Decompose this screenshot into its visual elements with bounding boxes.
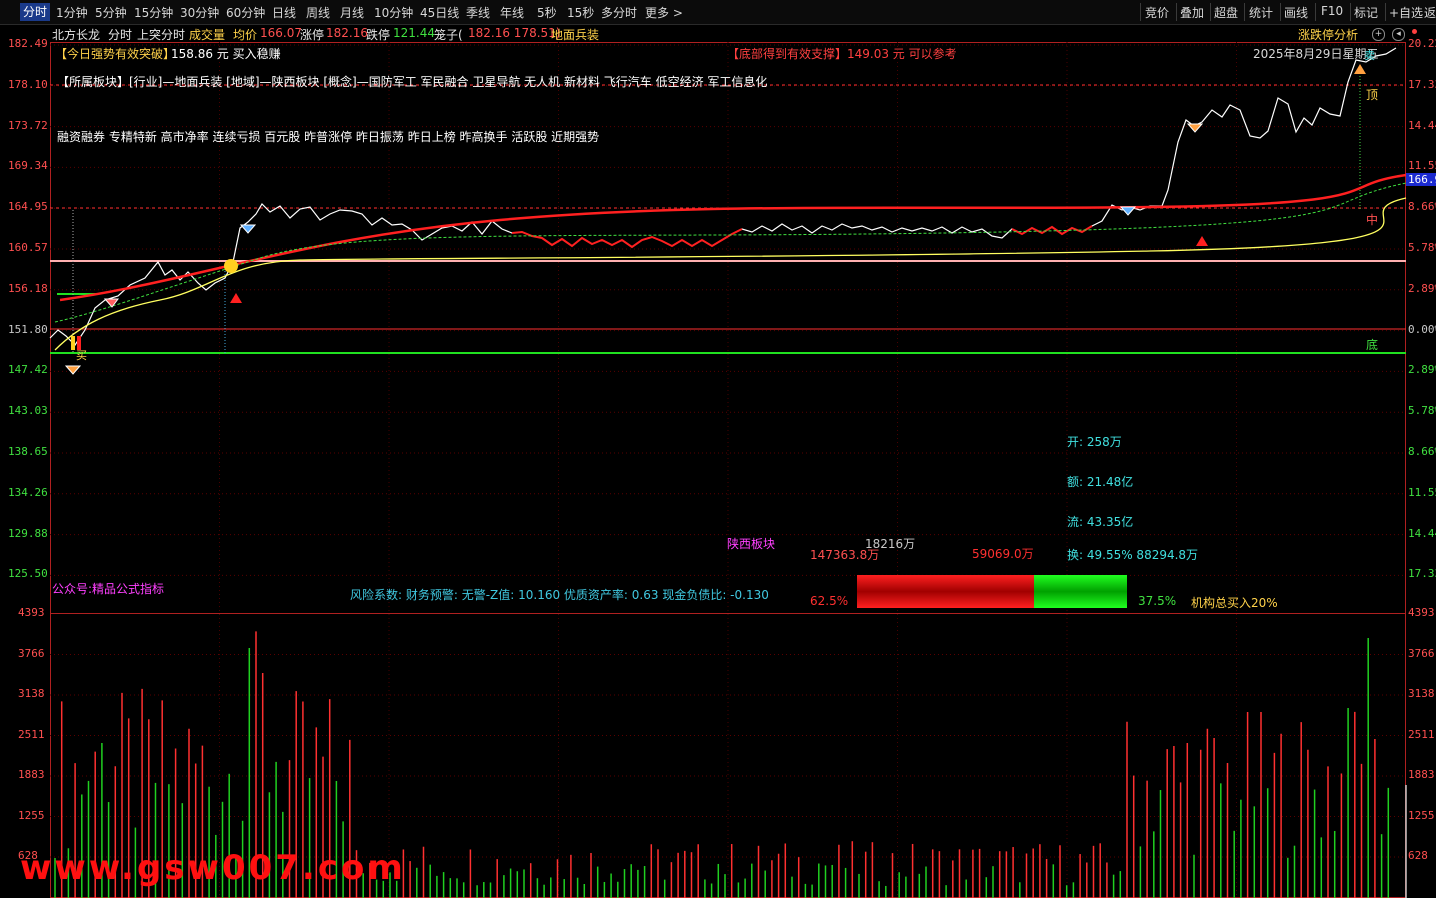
moving-average-line — [59, 173, 1407, 302]
open-volume-stat: 开: 258万 — [1067, 435, 1122, 449]
price-tick-label: 156.18 — [8, 281, 48, 295]
price-tick-label: 134.26 — [8, 485, 48, 499]
diamond-icon — [103, 298, 119, 308]
percent-tick-label: 14.44% — [1408, 526, 1436, 540]
mid-marker-label: 中 — [1366, 213, 1379, 227]
volume-tick-label: 4393 — [1408, 606, 1435, 619]
support-text: 149.03 元 可以参考 — [847, 47, 957, 61]
price-tick-label: 129.88 — [8, 526, 48, 540]
turnover-stat: 换: 49.55% 88294.8万 — [1067, 548, 1199, 562]
top-marker-label: 顶 — [1366, 88, 1379, 102]
diamond-icon — [1186, 123, 1204, 133]
diamond-icon — [64, 365, 82, 375]
current-price-tag: 166.9 — [1406, 173, 1436, 186]
volume-tick-label: 3138 — [1408, 687, 1435, 700]
price-tick-label: 178.10 — [8, 77, 48, 91]
up-arrow-icon — [1196, 236, 1208, 246]
price-tick-label: 164.95 — [8, 200, 48, 214]
percent-tick-label: 2.89% — [1408, 363, 1436, 377]
volume-tick-label: 1255 — [1408, 808, 1435, 822]
breakout-tag: 【今日强势有效突破】 — [55, 47, 176, 61]
percent-tick-label: 5.78% — [1408, 404, 1436, 418]
smiley-icon — [224, 259, 238, 273]
flow-buy-amount: 147363.8万 — [810, 548, 880, 562]
bottom-marker-label: 底 — [1366, 338, 1379, 352]
amount-stat: 额: 21.48亿 — [1067, 475, 1134, 489]
price-tick-label: 138.65 — [8, 445, 48, 458]
buy-signal-label: 买 — [76, 349, 87, 362]
flow-buy-pct: 62.5% — [810, 594, 849, 608]
percent-tick-label: 8.66% — [1408, 200, 1436, 214]
flow-buy-bar — [857, 575, 1034, 608]
stock-tags: 融资融券 专精特新 高市净率 连续亏损 百元股 昨普涨停 昨日振荡 昨日上榜 昨… — [57, 130, 600, 144]
price-tick-label: 143.03 — [8, 404, 48, 418]
percent-tick-label: 11.55% — [1408, 159, 1436, 173]
price-tick-label: 151.80 — [8, 322, 48, 336]
institution-buy: 机构总买入20% — [1191, 596, 1278, 610]
trade-date: 2025年8月29日星期五 — [1253, 47, 1379, 61]
price-tick-label: 173.72 — [8, 118, 48, 132]
volume-tick-label: 2511 — [18, 727, 45, 741]
sell-signal-icon — [1354, 64, 1366, 74]
diamond-icon — [1119, 206, 1137, 216]
sell-signal-label: 卖 — [1364, 49, 1375, 62]
volume-tick-label: 3766 — [1408, 646, 1435, 660]
flow-sell-pct: 37.5% — [1138, 594, 1177, 608]
wechat-label: 公众号:精品公式指标 — [52, 582, 165, 596]
percent-tick-label: 17.33% — [1408, 567, 1436, 581]
percent-tick-label: 14.44% — [1408, 118, 1436, 132]
volume-tick-label: 1883 — [18, 768, 45, 781]
sector-concepts: 【所属板块】[行业]—地面兵装 [地域]—陕西板块 [概念]—国防军工 军民融合… — [57, 75, 768, 89]
price-tick-label: 160.57 — [8, 241, 48, 254]
price-line — [49, 47, 1397, 346]
up-arrow-icon — [230, 293, 242, 303]
price-highlight — [511, 228, 743, 249]
region-sector-label: 陕西板块 — [727, 537, 776, 551]
price-tick-label: 125.50 — [8, 567, 48, 581]
buy-signal-bar — [71, 336, 75, 350]
percent-tick-label: 11.55% — [1408, 485, 1436, 499]
percent-tick-label: 5.78% — [1408, 241, 1436, 254]
flow-sell-amount: 59069.0万 — [972, 547, 1034, 561]
flow-sell-bar — [1034, 575, 1127, 608]
volume-tick-label: 3138 — [18, 687, 45, 700]
volume-tick-label: 628 — [1408, 849, 1428, 862]
percent-tick-label: 20.22% — [1408, 37, 1436, 50]
percent-tick-label: 17.33% — [1408, 77, 1436, 91]
diamond-icon — [239, 224, 257, 234]
trend-line — [54, 182, 1407, 323]
breakout-text: 158.86 元 买入稳赚 — [171, 47, 281, 61]
risk-line: 风险系数: 财务预警: 无警-Z值: 10.160 优质资产率: 0.63 现金… — [350, 588, 769, 602]
percent-tick-label: 0.00% — [1408, 322, 1436, 336]
volume-tick-label: 3766 — [18, 646, 45, 660]
volume-tick-label: 1255 — [18, 808, 45, 822]
volume-tick-label: 4393 — [18, 606, 45, 619]
price-tick-label: 182.49 — [8, 37, 48, 50]
percent-tick-label: 2.89% — [1408, 281, 1436, 295]
price-tick-label: 147.42 — [8, 363, 48, 377]
volume-tick-label: 2511 — [1408, 727, 1435, 741]
float-cap-stat: 流: 43.35亿 — [1067, 515, 1134, 529]
support-tag: 【底部得到有效支撑】 — [727, 47, 848, 61]
price-tick-label: 169.34 — [8, 159, 48, 173]
watermark: www.gsw007.com — [20, 848, 406, 888]
percent-tick-label: 8.66% — [1408, 445, 1436, 458]
volume-tick-label: 1883 — [1408, 768, 1435, 781]
average-price-line — [54, 197, 1407, 351]
